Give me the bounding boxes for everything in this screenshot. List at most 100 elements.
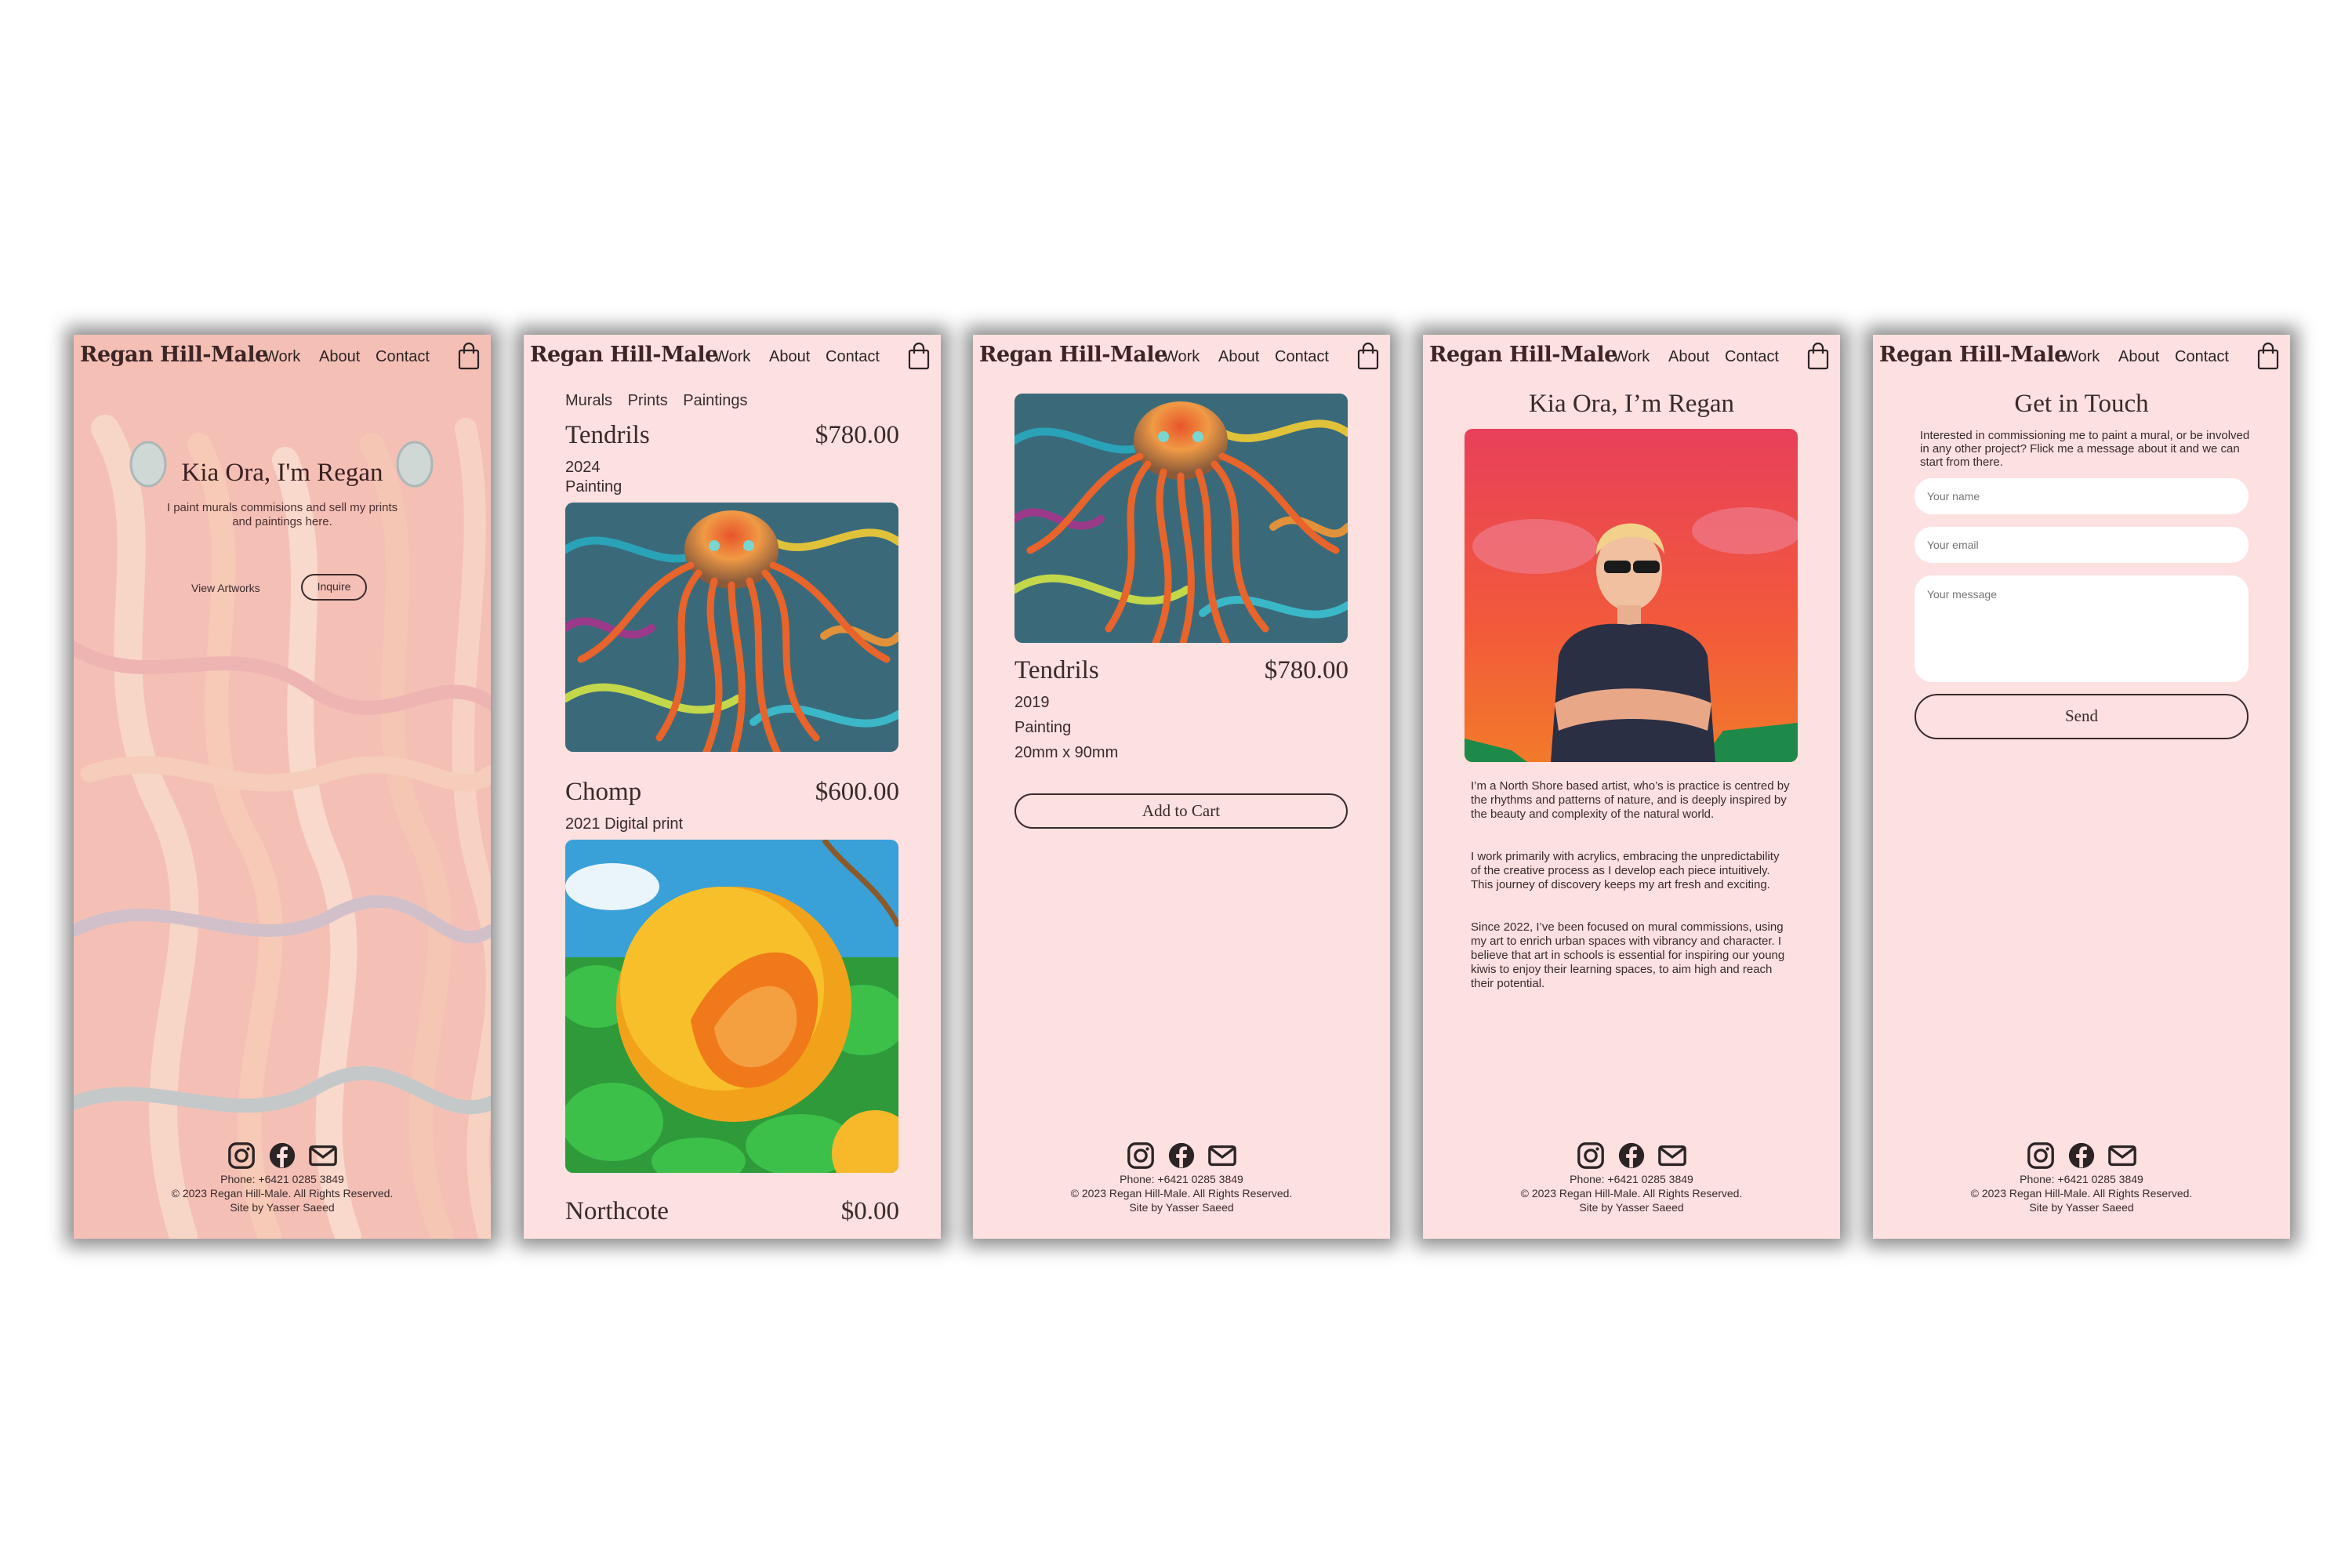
send-button[interactable]: Send [1915, 694, 2249, 739]
product-title: Tendrils [1014, 656, 1099, 684]
about-heading: Kia Ora, I’m Regan [1528, 390, 1735, 418]
product-price: $780.00 [1264, 656, 1348, 684]
nav-work[interactable]: Work [1613, 348, 1650, 366]
contact-intro: Interested in commissioning me to paint … [1920, 429, 2250, 469]
artwork-title[interactable]: Tendrils [565, 421, 650, 450]
product-year: 2019 [1014, 694, 1050, 711]
instagram-icon[interactable] [227, 1141, 256, 1171]
footer-copyright: © 2023 Regan Hill-Male. All Rights Reser… [1970, 1187, 2193, 1200]
footer-credit: Site by Yasser Saeed [230, 1201, 335, 1214]
footer-credit: Site by Yasser Saeed [2029, 1201, 2134, 1214]
footer-phone: Phone: +6421 0285 3849 [220, 1173, 344, 1185]
nav-work[interactable]: Work [1163, 348, 1200, 366]
mail-icon[interactable] [1207, 1141, 1237, 1171]
home-screen: Regan Hill-Male Work About Contact Kia O… [74, 335, 491, 1239]
nav-contact[interactable]: Contact [826, 348, 880, 366]
nav-work[interactable]: Work [264, 348, 300, 366]
facebook-icon[interactable] [267, 1141, 297, 1171]
nav-contact[interactable]: Contact [1275, 348, 1329, 366]
facebook-icon[interactable] [2067, 1141, 2096, 1171]
artwork-year-medium: 2021 Digital print [565, 815, 684, 833]
name-input[interactable] [1915, 478, 2249, 514]
cart-icon[interactable] [1356, 342, 1380, 370]
facebook-icon[interactable] [1617, 1141, 1646, 1171]
about-screen: Regan Hill-Male Work About Contact Kia O… [1423, 335, 1840, 1239]
view-artworks-link[interactable]: View Artworks [191, 582, 260, 594]
brand-logo[interactable]: Regan Hill-Male [530, 343, 718, 367]
inquire-button[interactable]: Inquire [301, 574, 367, 601]
nav-about[interactable]: About [319, 348, 360, 366]
footer-credit: Site by Yasser Saeed [1579, 1201, 1684, 1214]
category-filters: Murals Prints Paintings [565, 392, 759, 410]
message-field[interactable] [1915, 575, 2249, 682]
nav-about[interactable]: About [2118, 348, 2159, 366]
instagram-icon[interactable] [1126, 1141, 1156, 1171]
mail-icon[interactable] [1657, 1141, 1687, 1171]
instagram-icon[interactable] [2026, 1141, 2056, 1171]
email-input[interactable] [1915, 527, 2249, 563]
footer: Phone: +6421 0285 3849 © 2023 Regan Hill… [1873, 1141, 2290, 1214]
artwork-price: $0.00 [840, 1197, 899, 1225]
product-image [1014, 394, 1348, 643]
footer: Phone: +6421 0285 3849 © 2023 Regan Hill… [1423, 1141, 1840, 1214]
mail-icon[interactable] [308, 1141, 338, 1171]
footer-phone: Phone: +6421 0285 3849 [2020, 1173, 2143, 1185]
nav-contact[interactable]: Contact [2175, 348, 2229, 366]
cart-icon[interactable] [457, 342, 481, 370]
nav-about[interactable]: About [1218, 348, 1259, 366]
navbar: Regan Hill-Male Work About Contact [1873, 335, 2290, 380]
brand-logo[interactable]: Regan Hill-Male [979, 343, 1167, 367]
artwork-title[interactable]: Northcote [565, 1197, 669, 1226]
add-to-cart-button[interactable]: Add to Cart [1014, 793, 1348, 829]
navbar: Regan Hill-Male Work About Contact [524, 335, 941, 380]
filter-murals[interactable]: Murals [565, 392, 612, 409]
footer: Phone: +6421 0285 3849 © 2023 Regan Hill… [74, 1141, 491, 1214]
footer-copyright: © 2023 Regan Hill-Male. All Rights Reser… [1520, 1187, 1743, 1200]
nav-work[interactable]: Work [2063, 348, 2100, 366]
artwork-medium: Painting [565, 478, 622, 495]
facebook-icon[interactable] [1167, 1141, 1196, 1171]
nav-about[interactable]: About [1668, 348, 1709, 366]
hero-heading: Kia Ora, I'm Regan [181, 459, 383, 487]
about-paragraph: I’m a North Shore based artist, who’s is… [1471, 779, 1790, 821]
contact-heading: Get in Touch [2014, 390, 2149, 418]
about-paragraph: Since 2022, I’ve been focused on mural c… [1471, 920, 1785, 990]
artwork-image-chomp[interactable] [565, 840, 898, 1173]
mail-icon[interactable] [2107, 1141, 2137, 1171]
name-field[interactable] [1915, 478, 2249, 514]
cart-icon[interactable] [1806, 342, 1830, 370]
artist-portrait-photo [1465, 429, 1798, 762]
product-size: 20mm x 90mm [1014, 744, 1119, 761]
nav-work[interactable]: Work [714, 348, 750, 366]
navbar: Regan Hill-Male Work About Contact [1423, 335, 1840, 380]
filter-prints[interactable]: Prints [628, 392, 668, 409]
brand-logo[interactable]: Regan Hill-Male [80, 343, 268, 367]
nav-contact[interactable]: Contact [1725, 348, 1779, 366]
cart-icon[interactable] [2256, 342, 2280, 370]
cart-icon[interactable] [907, 342, 931, 370]
artwork-price: $600.00 [815, 778, 899, 806]
nav-about[interactable]: About [769, 348, 810, 366]
filter-paintings[interactable]: Paintings [683, 392, 747, 409]
product-medium: Painting [1014, 719, 1072, 736]
footer: Phone: +6421 0285 3849 © 2023 Regan Hill… [973, 1141, 1390, 1214]
artwork-title[interactable]: Chomp [565, 778, 641, 807]
nav-contact[interactable]: Contact [376, 348, 430, 366]
email-field[interactable] [1915, 527, 2249, 563]
footer-phone: Phone: +6421 0285 3849 [1570, 1173, 1693, 1185]
brand-logo[interactable]: Regan Hill-Male [1879, 343, 2067, 367]
navbar: Regan Hill-Male Work About Contact [973, 335, 1390, 380]
footer-credit: Site by Yasser Saeed [1129, 1201, 1234, 1214]
message-input[interactable] [1915, 575, 2249, 682]
artwork-year: 2024 [565, 459, 601, 476]
brand-logo[interactable]: Regan Hill-Male [1429, 343, 1617, 367]
instagram-icon[interactable] [1576, 1141, 1606, 1171]
artwork-image-tendrils[interactable] [565, 503, 898, 752]
product-screen: Regan Hill-Male Work About Contact Tendr… [973, 335, 1390, 1239]
about-paragraph: I work primarily with acrylics, embracin… [1471, 850, 1780, 891]
artwork-price: $780.00 [815, 421, 899, 449]
work-screen: Regan Hill-Male Work About Contact Mural… [524, 335, 941, 1239]
footer-copyright: © 2023 Regan Hill-Male. All Rights Reser… [171, 1187, 394, 1200]
navbar: Regan Hill-Male Work About Contact [74, 335, 491, 380]
contact-screen: Regan Hill-Male Work About Contact Get i… [1873, 335, 2290, 1239]
